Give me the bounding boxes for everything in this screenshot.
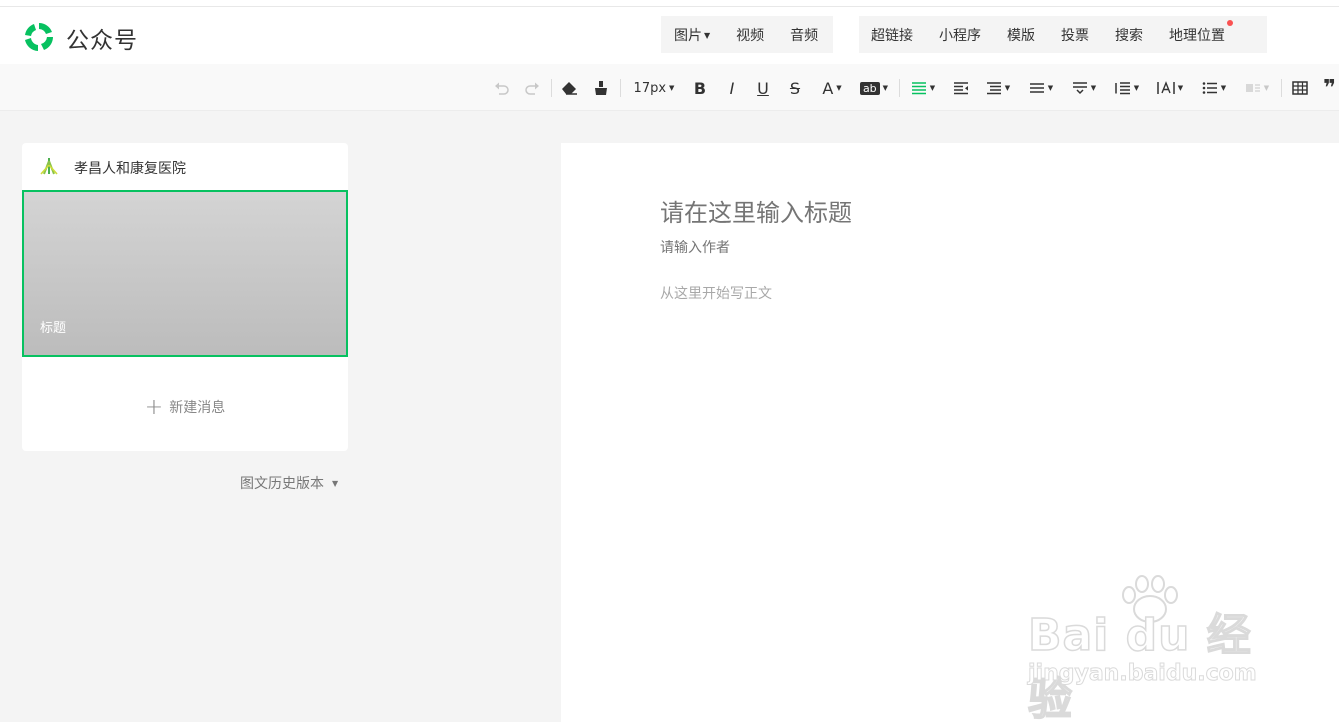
- toolbar-divider: [899, 79, 900, 97]
- insert-audio-button[interactable]: 音频: [777, 25, 831, 45]
- float-layout-icon[interactable]: ▼: [1241, 76, 1273, 100]
- title-input[interactable]: [660, 199, 1260, 227]
- insert-template-button[interactable]: 模版: [994, 25, 1048, 45]
- account-name: 孝昌人和康复医院: [74, 161, 186, 177]
- insert-search-button[interactable]: 搜索: [1102, 25, 1156, 45]
- paragraph-spacing-top-icon[interactable]: ▼: [1025, 76, 1057, 100]
- toolbar-divider: [1281, 79, 1282, 97]
- undo-icon[interactable]: [492, 76, 512, 100]
- caret-down-icon: ▼: [1090, 84, 1097, 92]
- caret-down-icon: ▼: [836, 84, 842, 92]
- quote-icon[interactable]: ❞: [1320, 76, 1339, 100]
- align-justify-icon[interactable]: ▼: [907, 76, 939, 100]
- caret-down-icon: ▼: [1047, 84, 1054, 92]
- new-badge-dot: [1227, 19, 1233, 26]
- account-avatar-icon: [40, 158, 58, 175]
- caret-down-icon: ▼: [1220, 84, 1227, 92]
- watermark-url: jingyan.baidu.com: [1028, 661, 1258, 687]
- caret-down-icon: ▼: [1004, 84, 1011, 92]
- italic-button[interactable]: I: [722, 76, 742, 100]
- insert-image-button[interactable]: 图片 ▼: [661, 25, 723, 45]
- caret-down-icon: ▼: [882, 84, 889, 92]
- background-color-button[interactable]: ab ▼: [858, 76, 890, 100]
- format-brush-icon[interactable]: [590, 76, 612, 100]
- paragraph-spacing-bottom-icon[interactable]: ▼: [1068, 76, 1100, 100]
- bullet-list-icon[interactable]: ▼: [1198, 76, 1230, 100]
- history-version-dropdown[interactable]: 图文历史版本 ▼: [240, 473, 338, 493]
- author-input[interactable]: [660, 240, 1060, 256]
- caret-down-icon: ▼: [704, 30, 711, 40]
- body-editor[interactable]: 从这里开始写正文: [660, 283, 1260, 303]
- toolbar-divider: [620, 79, 621, 97]
- brand-title: 公众号: [66, 28, 138, 54]
- line-height-icon[interactable]: ▼: [1111, 76, 1143, 100]
- article-list-card: 孝昌人和康复医院 标题 + 新建消息: [22, 143, 348, 451]
- format-toolbar: 17px ▼ B I U S A ▼ ab ▼ ▼ ▼ ▼ ▼ ▼ ▼ ▼ ▼ ❞: [0, 64, 1339, 111]
- table-icon[interactable]: [1289, 76, 1311, 100]
- letter-spacing-icon[interactable]: ▼: [1154, 76, 1186, 100]
- header-bar: 公众号 图片 ▼ 视频 音频 超链接 小程序 模版 投票 搜索 地理位置: [0, 7, 1339, 64]
- caret-down-icon: ▼: [1177, 84, 1184, 92]
- eraser-icon[interactable]: [558, 76, 580, 100]
- align-icon[interactable]: ▼: [982, 76, 1014, 100]
- font-color-button[interactable]: A ▼: [817, 76, 847, 100]
- redo-icon[interactable]: [522, 76, 542, 100]
- caret-down-icon: ▼: [669, 84, 675, 92]
- article-cover-title: 标题: [40, 321, 67, 336]
- caret-down-icon: ▼: [1263, 84, 1270, 92]
- new-message-button[interactable]: + 新建消息: [22, 393, 348, 420]
- caret-down-icon: ▼: [929, 84, 936, 92]
- window-top-strip: [0, 0, 1339, 7]
- bold-button[interactable]: B: [690, 76, 710, 100]
- underline-button[interactable]: U: [753, 76, 773, 100]
- baidu-jingyan-watermark: Bai du 经验 jingyan.baidu.com: [1020, 575, 1280, 722]
- article-cover-card[interactable]: 标题: [22, 190, 348, 357]
- strikethrough-button[interactable]: S: [785, 76, 805, 100]
- insert-location-button[interactable]: 地理位置: [1156, 19, 1238, 45]
- caret-down-icon: ▼: [332, 479, 339, 488]
- toolbar-divider: [551, 79, 552, 97]
- insert-video-button[interactable]: 视频: [723, 25, 777, 45]
- indent-icon[interactable]: [950, 76, 972, 100]
- insert-media-group: 图片 ▼ 视频 音频: [661, 16, 833, 53]
- plus-icon: +: [144, 395, 164, 420]
- insert-component-group: 超链接 小程序 模版 投票 搜索 地理位置: [859, 16, 1267, 53]
- caret-down-icon: ▼: [1133, 84, 1140, 92]
- font-size-select[interactable]: 17px ▼: [628, 76, 680, 100]
- insert-miniprogram-button[interactable]: 小程序: [926, 25, 994, 45]
- insert-vote-button[interactable]: 投票: [1048, 25, 1102, 45]
- wechat-official-logo-icon: [25, 23, 53, 51]
- insert-hyperlink-button[interactable]: 超链接: [859, 25, 926, 45]
